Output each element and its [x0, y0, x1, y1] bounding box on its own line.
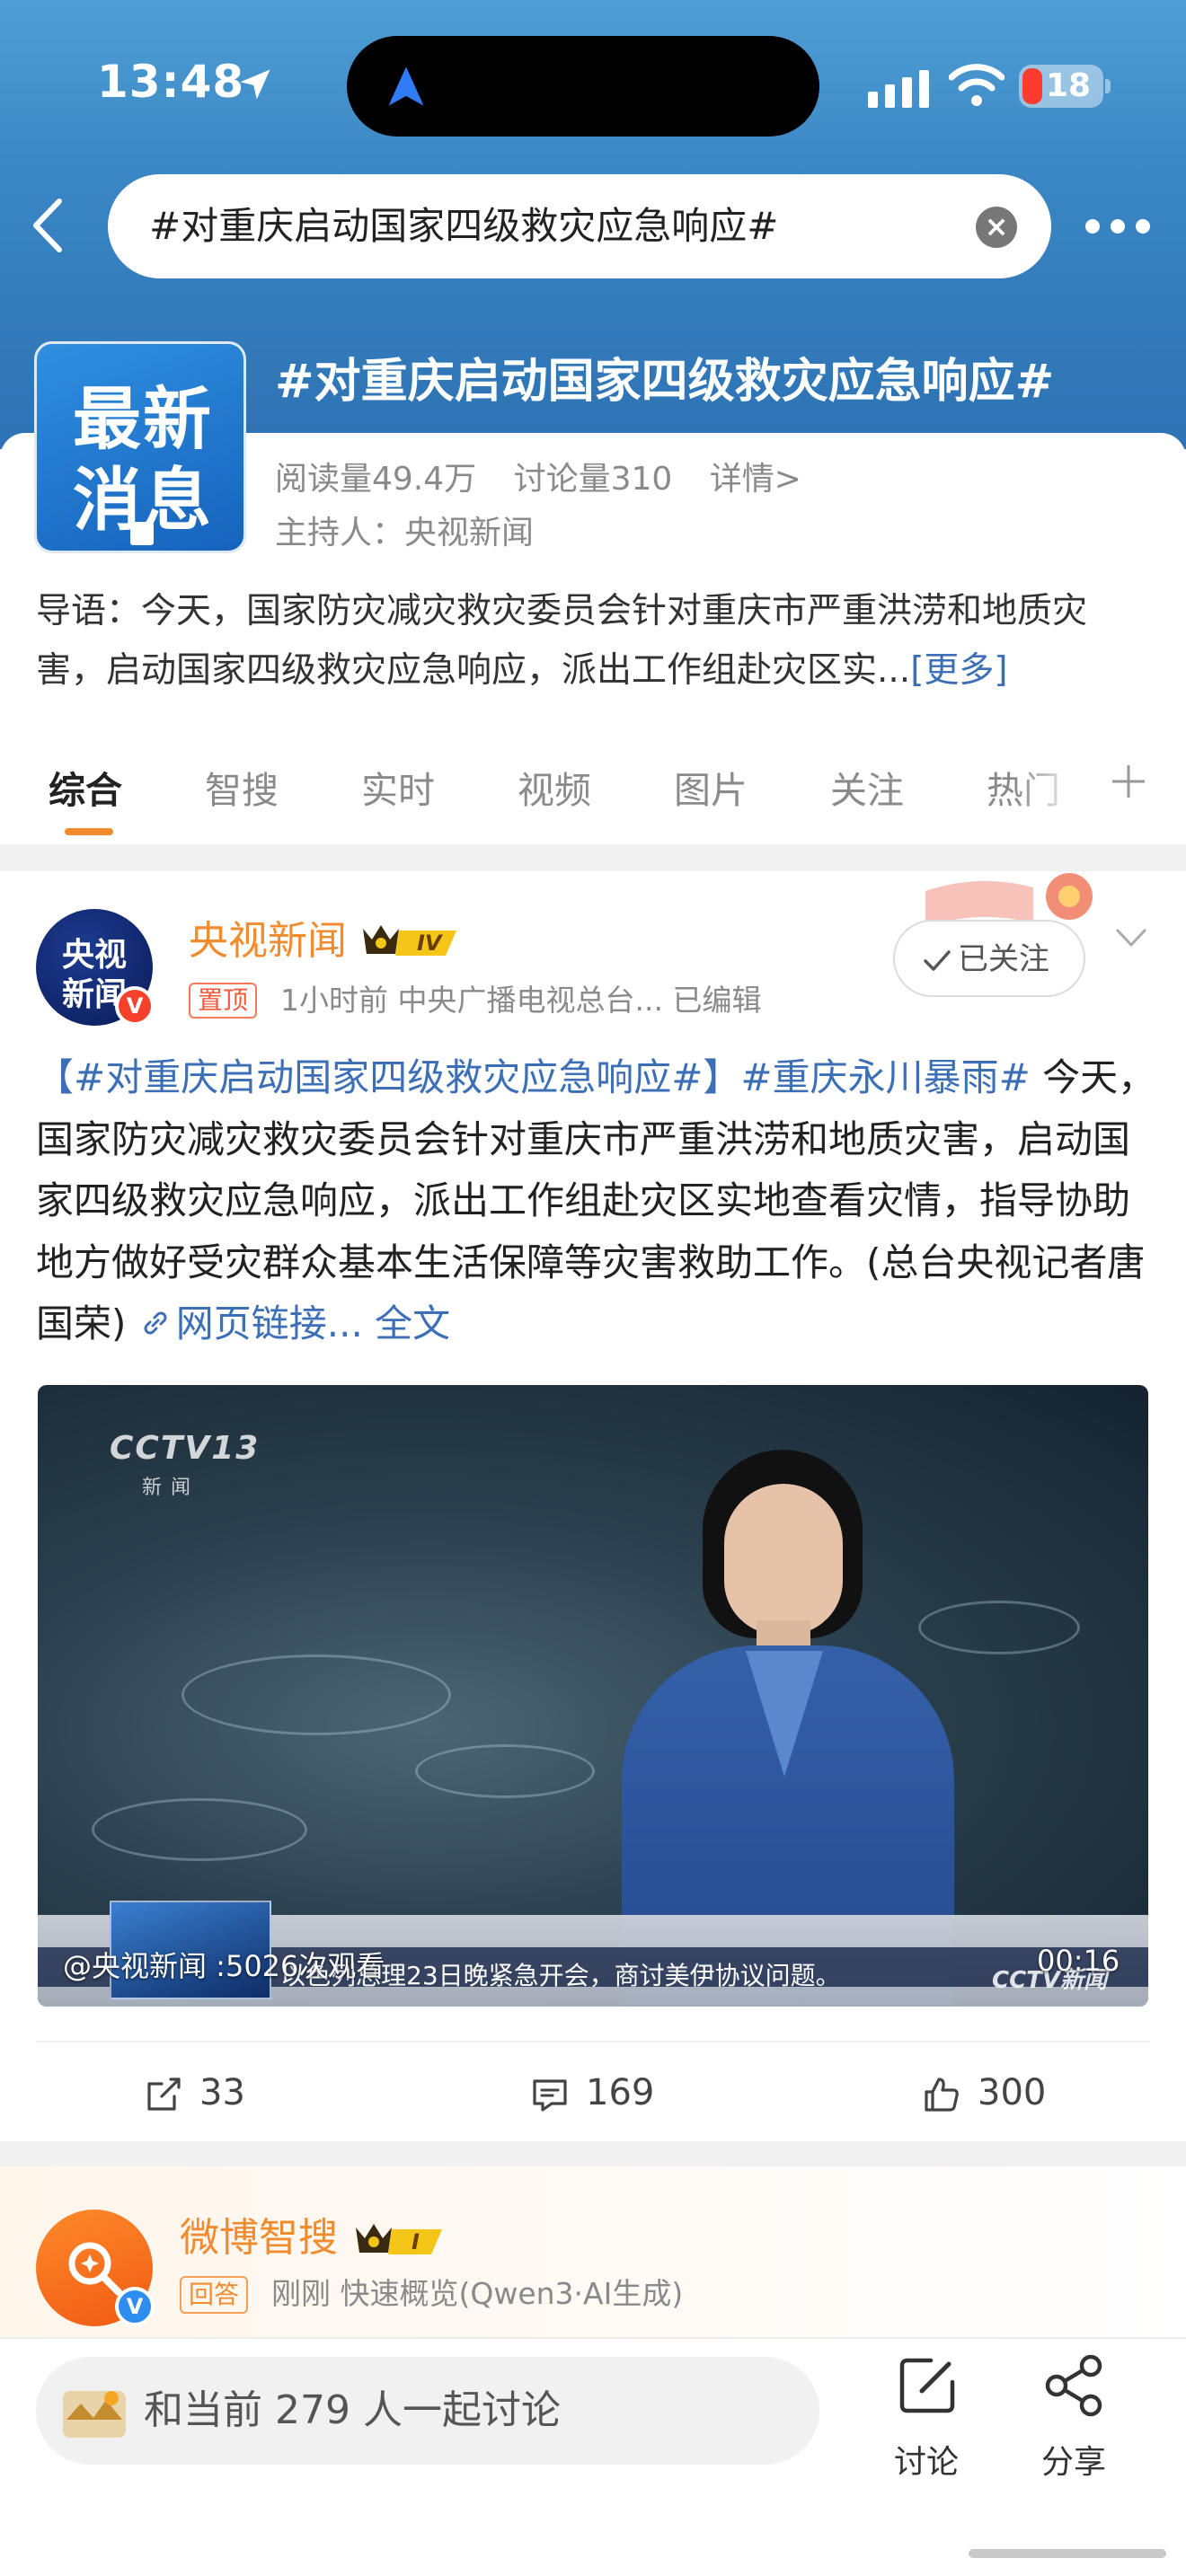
topic-tag[interactable]: 【#对重庆启动国家四级救灾应急响应#】 — [36, 1055, 740, 1099]
level-value: IV — [417, 931, 444, 956]
answer-badge: 回答 — [180, 2276, 249, 2314]
comment-count: 169 — [586, 2072, 655, 2113]
web-link-label: 网页链接... — [175, 1301, 363, 1345]
like-button[interactable]: 300 — [922, 2066, 1057, 2120]
chevron-down-icon[interactable] — [1112, 920, 1150, 956]
author-name[interactable]: 微博智搜 — [180, 2211, 338, 2265]
full-text-link[interactable]: 全文 — [363, 1301, 450, 1345]
tab-realtime[interactable]: 实时 — [361, 763, 435, 817]
topic-host: 主持人：央视新闻 — [275, 515, 535, 551]
cellular-signal-icon — [868, 70, 929, 108]
add-tab-icon[interactable] — [1109, 762, 1148, 801]
share-icon — [1045, 2354, 1102, 2417]
battery-tip — [1105, 79, 1111, 93]
video-duration: 00:16 — [1037, 1944, 1120, 1978]
navigation-a-icon — [388, 66, 424, 106]
thumbs-up-icon — [925, 2078, 959, 2112]
hashtag-link[interactable]: #重庆永川暴雨# — [740, 1055, 1030, 1099]
pinned-badge: 置顶 — [189, 983, 258, 1019]
battery-indicator: 18 — [1019, 65, 1103, 108]
more-options-icon[interactable] — [1085, 216, 1150, 237]
news-anchor-face — [724, 1484, 843, 1635]
repost-icon — [147, 2078, 181, 2111]
section-divider — [0, 844, 1186, 871]
water-ripple — [415, 1744, 595, 1798]
comment-button[interactable]: 169 — [530, 2066, 665, 2120]
video-player[interactable]: CCTV13 新闻 以色列总理23日晚紧急开会，商讨美伊协议问题。 CCTV新闻… — [38, 1385, 1148, 2007]
divider — [36, 2041, 1150, 2042]
discuss-label: 讨论 — [893, 2444, 959, 2481]
tab-images[interactable]: 图片 — [674, 763, 748, 817]
tab-video[interactable]: 视频 — [518, 763, 591, 817]
tab-smart-search[interactable]: 智搜 — [205, 763, 279, 817]
wifi-icon — [949, 64, 1005, 106]
follow-label: 已关注 — [958, 941, 1049, 977]
web-link[interactable]: 网页链接... — [138, 1301, 363, 1345]
topic-intro: 导语：今天，国家防灾减灾救灾委员会针对重庆市严重洪涝和地质灾害，启动国家四级救灾… — [36, 582, 1150, 701]
intro-more-link[interactable]: [更多] — [910, 650, 1007, 691]
tab-fade — [1015, 763, 1078, 817]
tab-comprehensive[interactable]: 综合 — [49, 763, 122, 817]
water-ripple — [918, 1601, 1080, 1654]
status-time: 13:48 — [97, 56, 245, 108]
compose-icon — [899, 2358, 955, 2413]
link-icon — [144, 1311, 167, 1335]
battery-level: 18 — [1045, 67, 1092, 104]
topic-thumbnail: 最新 消息 — [34, 341, 246, 553]
water-ripple — [181, 1654, 451, 1735]
search-query: #对重庆启动国家四级救灾应急响应# — [149, 204, 779, 248]
cctv-logo-icon — [130, 522, 154, 545]
tab-following[interactable]: 关注 — [830, 763, 904, 817]
share-label: 分享 — [1040, 2444, 1106, 2481]
comment-icon — [533, 2079, 567, 2112]
location-arrow-icon — [240, 69, 270, 100]
details-link[interactable]: 详情> — [710, 461, 801, 498]
channel-logo: CCTV13 — [110, 1430, 261, 1467]
topic-title: #对重庆启动国家四级救灾应急响应# — [275, 355, 1055, 409]
level-value: I — [412, 2229, 420, 2254]
read-count: 阅读量49.4万 — [275, 461, 477, 498]
repost-count: 33 — [199, 2072, 245, 2113]
discuss-button[interactable]: 讨论 — [877, 2353, 976, 2481]
share-button[interactable]: 分享 — [1024, 2353, 1123, 2481]
level-badge-icon: I — [356, 2224, 442, 2254]
check-icon — [924, 950, 951, 971]
tab-bar: 综合 智搜 实时 视频 图片 关注 热门 — [0, 754, 1186, 844]
verified-icon: V — [115, 986, 155, 1026]
water-ripple — [92, 1798, 307, 1861]
view-count: @央视新闻 :5026次观看 — [63, 1949, 385, 1983]
author-name[interactable]: 央视新闻 — [189, 914, 347, 968]
post-text: 【#对重庆启动国家四级救灾应急响应#】#重庆永川暴雨# 今天，国家防灾减灾救灾委… — [36, 1047, 1159, 1355]
search-input[interactable]: #对重庆启动国家四级救灾应急响应# × — [108, 174, 1051, 278]
active-tab-indicator — [65, 828, 113, 835]
search-spark-icon — [68, 2242, 122, 2296]
back-icon[interactable] — [27, 196, 68, 255]
post-meta: 1小时前 中央广播电视总台... 已编辑 — [280, 983, 762, 1018]
level-badge-icon: IV — [363, 925, 456, 956]
channel-subtitle: 新闻 — [142, 1477, 200, 1499]
post-meta: 刚刚 快速概览(Qwen3·AI生成) — [271, 2276, 684, 2311]
dynamic-island — [347, 36, 819, 137]
smart-search-card — [0, 2166, 1186, 2346]
verified-icon: V — [115, 2287, 155, 2326]
discuss-prompt: 和当前 279 人一起讨论 — [144, 2387, 561, 2433]
repost-button[interactable]: 33 — [144, 2066, 270, 2120]
section-divider — [0, 2141, 1186, 2166]
users-avatar-icon — [63, 2391, 126, 2438]
clear-icon[interactable]: × — [976, 207, 1017, 248]
topic-stats: 阅读量49.4万 讨论量310 详情> — [275, 456, 828, 503]
like-count: 300 — [978, 2072, 1047, 2113]
discussion-count: 讨论量310 — [513, 461, 673, 498]
discuss-input[interactable]: 和当前 279 人一起讨论 — [36, 2357, 819, 2465]
follow-button[interactable]: 已关注 — [893, 920, 1085, 997]
home-indicator — [969, 2549, 1166, 2558]
